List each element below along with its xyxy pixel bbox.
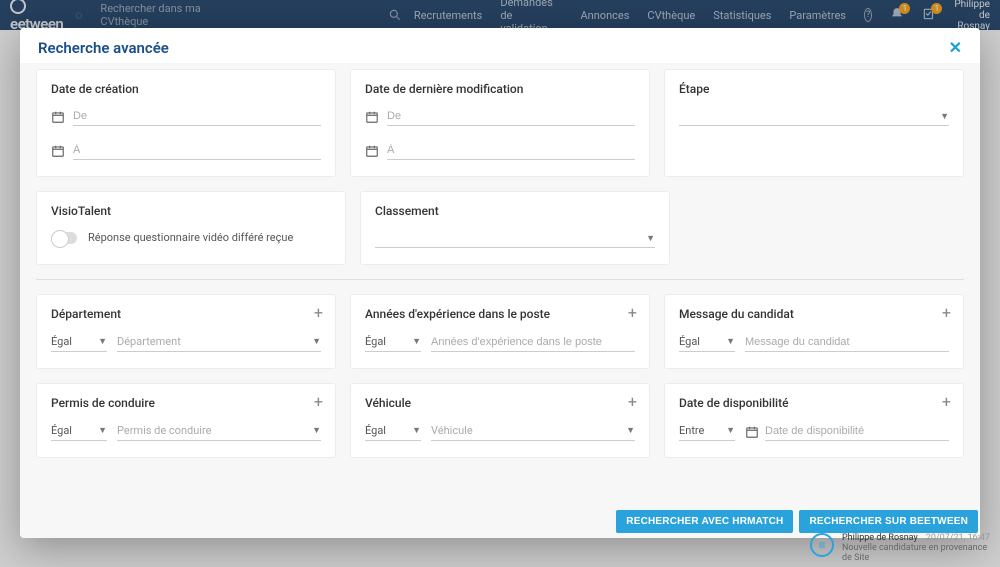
add-icon[interactable]: + (314, 305, 323, 321)
add-icon[interactable]: + (942, 394, 951, 410)
card-title: Années d'expérience dans le poste (365, 307, 635, 321)
chevron-down-icon: ▼ (412, 425, 421, 436)
creation-to-input[interactable] (73, 142, 321, 160)
card-title: Date de disponibilité (679, 396, 949, 410)
card-message: + Message du candidat Égal▼ (664, 294, 964, 369)
modification-to-input[interactable] (387, 142, 635, 160)
chevron-down-icon: ▼ (312, 425, 321, 436)
close-icon[interactable]: ✕ (949, 38, 962, 57)
card-title: Date de dernière modification (365, 82, 635, 96)
chevron-down-icon: ▼ (626, 425, 635, 436)
empty-slot (684, 191, 964, 265)
chevron-down-icon: ▼ (312, 336, 321, 347)
experience-op-select[interactable]: Égal▼ (365, 333, 421, 352)
card-etape: Étape ▼ (664, 69, 964, 177)
calendar-icon[interactable] (51, 144, 65, 158)
modal-header: Recherche avancée ✕ (20, 28, 980, 63)
etape-select[interactable]: ▼ (679, 108, 949, 126)
permis-value-select[interactable]: Permis de conduire▼ (117, 422, 321, 441)
card-title: Permis de conduire (51, 396, 321, 410)
card-title: Département (51, 307, 321, 321)
background-notification: ≡ Philippe de Rosnay 20/07/21, 16:47 Nou… (810, 533, 990, 563)
chevron-down-icon: ▼ (412, 336, 421, 347)
card-title: Véhicule (365, 396, 635, 410)
vehicule-value-select[interactable]: Véhicule▼ (431, 422, 635, 441)
experience-input[interactable] (431, 334, 635, 352)
search-hrmatch-button[interactable]: RECHERCHER AVEC HRMATCH (616, 510, 793, 533)
calendar-icon[interactable] (51, 110, 65, 124)
chevron-down-icon: ▼ (726, 425, 735, 436)
notif-name: Philippe de Rosnay (842, 533, 918, 543)
notification-avatar-icon: ≡ (810, 533, 834, 557)
visiotalent-switch[interactable] (51, 232, 77, 244)
footer-buttons: RECHERCHER AVEC HRMATCH RECHERCHER SUR B… (616, 510, 978, 533)
advanced-search-modal: Recherche avancée ✕ Date de création (20, 28, 980, 538)
card-permis: + Permis de conduire Égal▼ Permis de con… (36, 383, 336, 458)
calendar-icon[interactable] (365, 110, 379, 124)
card-experience: + Années d'expérience dans le poste Égal… (350, 294, 650, 369)
modification-from-input[interactable] (387, 108, 635, 126)
dispo-input[interactable] (765, 423, 949, 441)
card-title: Message du candidat (679, 307, 949, 321)
section-divider (36, 279, 964, 280)
card-visiotalent: VisioTalent Réponse questionnaire vidéo … (36, 191, 346, 265)
card-dispo: + Date de disponibilité Entre▼ (664, 383, 964, 458)
calendar-icon[interactable] (745, 425, 759, 439)
notif-text: Nouvelle candidature en provenance de Si… (842, 543, 990, 563)
permis-op-select[interactable]: Égal▼ (51, 422, 107, 441)
modal-overlay: Recherche avancée ✕ Date de création (0, 0, 1000, 567)
modal-title: Recherche avancée (38, 39, 169, 57)
chevron-down-icon: ▼ (98, 425, 107, 436)
card-title: VisioTalent (51, 204, 331, 218)
add-icon[interactable]: + (628, 305, 637, 321)
search-beetween-button[interactable]: RECHERCHER SUR BEETWEEN (799, 510, 978, 533)
card-title: Classement (375, 204, 655, 218)
add-icon[interactable]: + (628, 394, 637, 410)
dispo-op-select[interactable]: Entre▼ (679, 422, 735, 441)
notif-timestamp: 20/07/21, 16:47 (926, 533, 990, 543)
chevron-down-icon: ▼ (98, 336, 107, 347)
card-classement: Classement ▼ (360, 191, 670, 265)
chevron-down-icon: ▼ (646, 233, 655, 244)
classement-select[interactable]: ▼ (375, 230, 655, 248)
visiotalent-switch-label: Réponse questionnaire vidéo différé reçu… (88, 231, 293, 244)
card-title: Date de création (51, 82, 321, 96)
card-date-modification: Date de dernière modification (350, 69, 650, 177)
vehicule-op-select[interactable]: Égal▼ (365, 422, 421, 441)
message-input[interactable] (745, 334, 949, 352)
chevron-down-icon: ▼ (726, 336, 735, 347)
chevron-down-icon: ▼ (940, 111, 949, 122)
calendar-icon[interactable] (365, 144, 379, 158)
message-op-select[interactable]: Égal▼ (679, 333, 735, 352)
creation-from-input[interactable] (73, 108, 321, 126)
add-icon[interactable]: + (942, 305, 951, 321)
card-vehicule: + Véhicule Égal▼ Véhicule▼ (350, 383, 650, 458)
card-date-creation: Date de création (36, 69, 336, 177)
modal-body: Date de création Date de dernière modifi… (20, 63, 980, 538)
card-title: Étape (679, 82, 949, 96)
add-icon[interactable]: + (314, 394, 323, 410)
departement-op-select[interactable]: Égal▼ (51, 333, 107, 352)
departement-value-select[interactable]: Département▼ (117, 333, 321, 352)
card-departement: + Département Égal▼ Département▼ (36, 294, 336, 369)
